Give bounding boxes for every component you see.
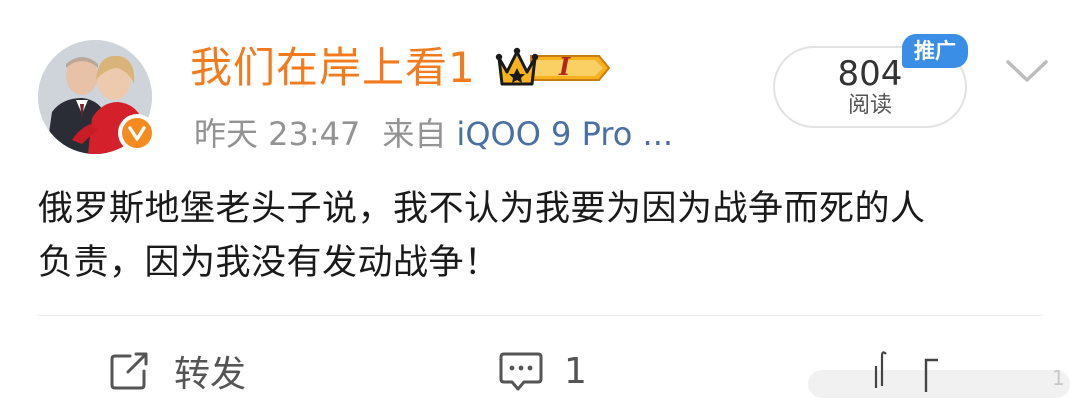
comment-button[interactable]: 1 (498, 344, 587, 398)
post-content-line: 负责，因为我没有发动战争！ (38, 243, 500, 283)
source-device[interactable]: iQOO 9 Pro ... (456, 115, 673, 153)
repost-label: 转发 (174, 354, 247, 395)
promo-badge[interactable]: 推广 (902, 34, 968, 68)
author-name[interactable]: 我们在岸上看1 (190, 40, 476, 96)
chevron-down-icon[interactable] (1002, 52, 1052, 88)
comment-count: 1 (564, 350, 587, 392)
source-prefix: 来自 (382, 115, 447, 153)
weibo-post-card: 我们在岸上看1 I 昨天 23:47 来自 iQOO 9 Pro ... 804 阅… (0, 0, 1080, 408)
like-icon (874, 351, 938, 392)
read-label: 阅读 (847, 93, 892, 118)
vip-level: I (559, 52, 571, 81)
comment-icon (499, 352, 543, 391)
post-time: 昨天 23:47 (194, 115, 361, 153)
repost-button[interactable]: 转发 (108, 344, 246, 398)
crown-vip-icon[interactable]: I (495, 44, 613, 92)
post-content[interactable]: 俄罗斯地堡老头子说，我不认为我要为因为战争而死的人 负责，因为我没有发动战争！ (38, 182, 1048, 290)
author-avatar-container[interactable] (38, 40, 156, 154)
repost-icon (110, 352, 148, 390)
overlay-number: 1 (1052, 366, 1065, 390)
divider (38, 315, 1042, 316)
verified-v-icon (118, 114, 156, 152)
post-meta: 昨天 23:47 来自 iQOO 9 Pro ... (194, 108, 673, 158)
post-content-line: 俄罗斯地堡老头子说，我不认为我要为因为战争而死的人 (38, 189, 926, 229)
